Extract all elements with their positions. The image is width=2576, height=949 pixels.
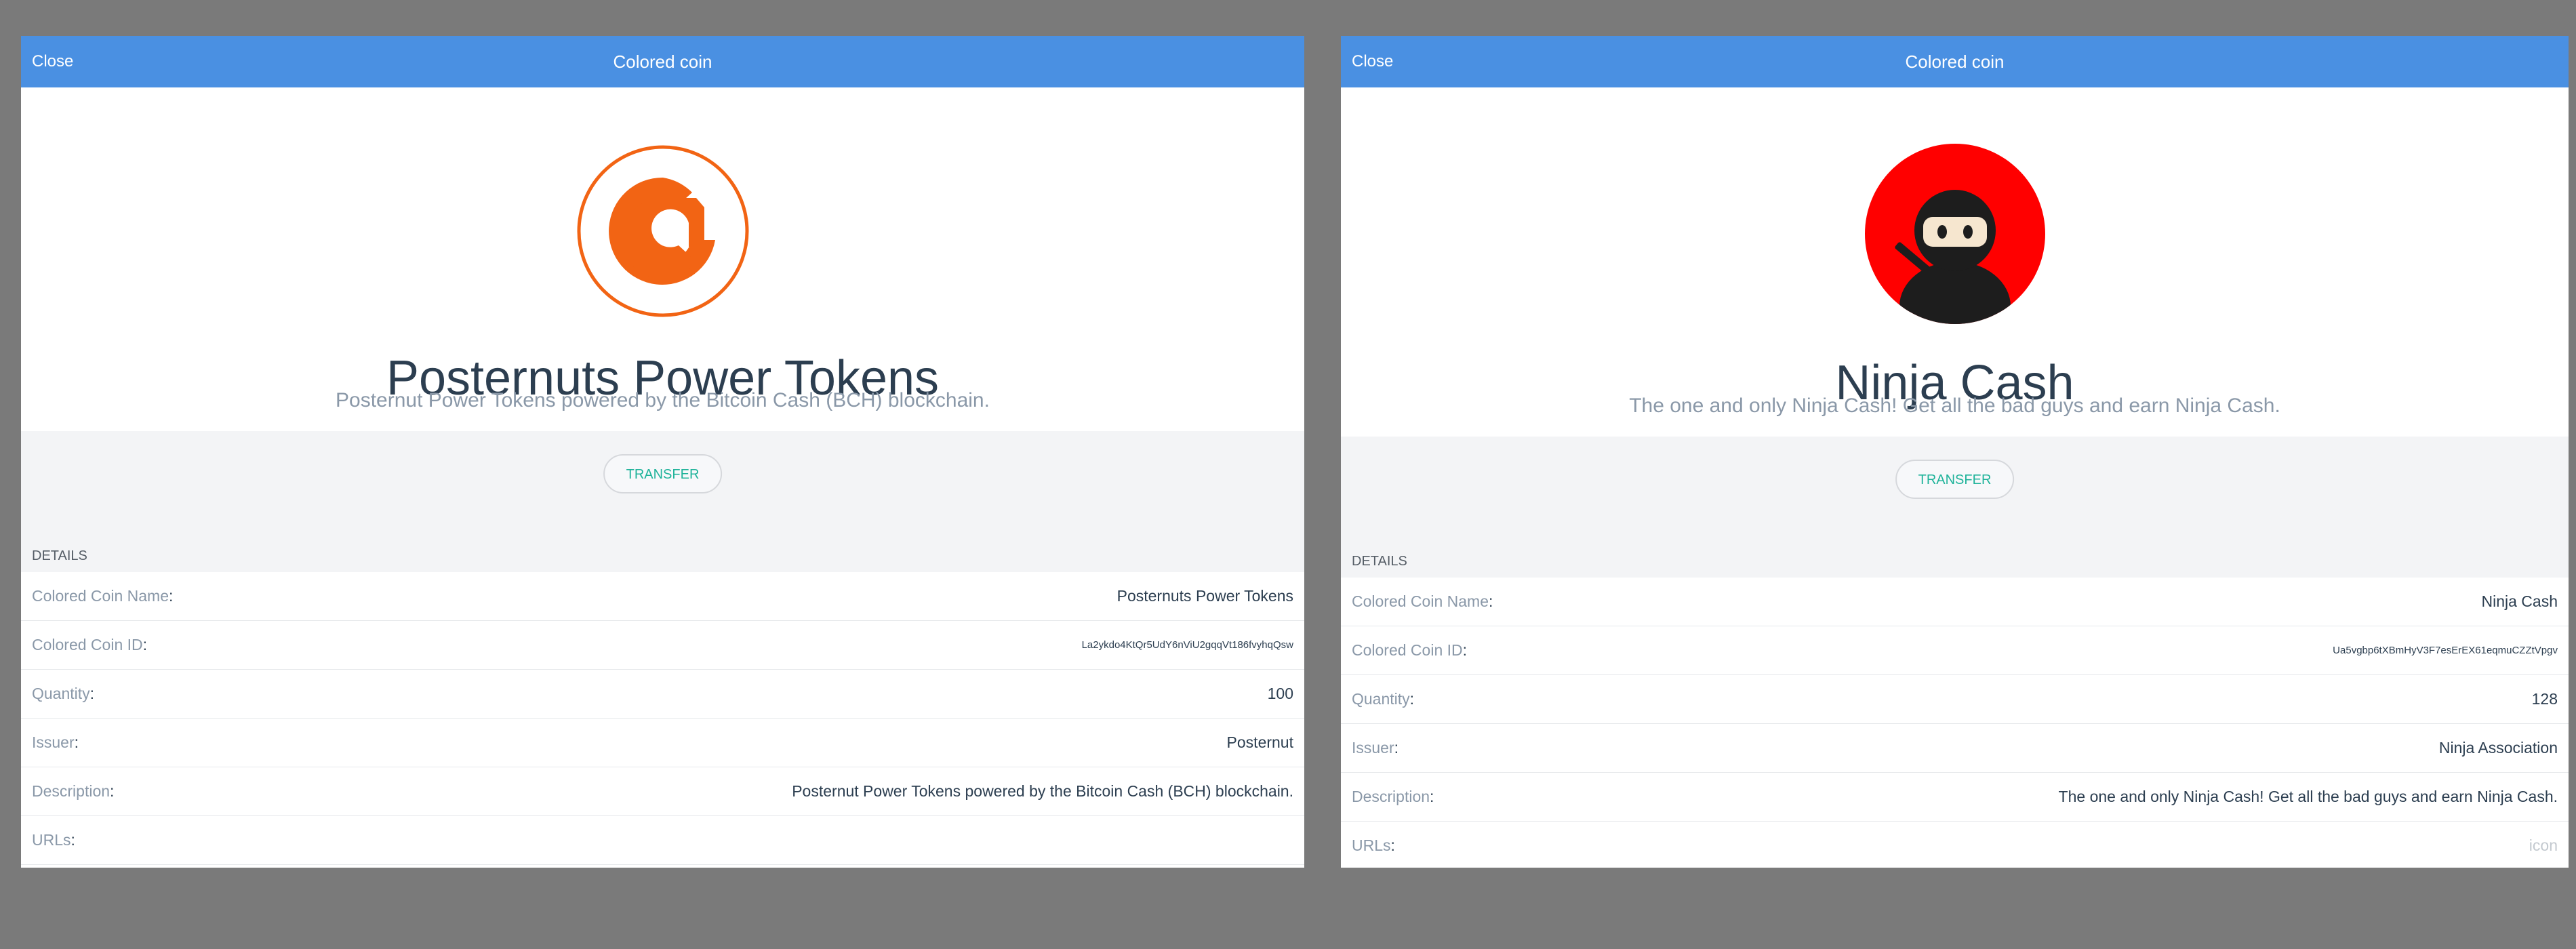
detail-value: The one and only Ninja Cash! Get all the…	[2058, 788, 2558, 805]
transfer-button[interactable]: TRANSFER	[1895, 460, 2015, 499]
action-band: Posternut Power Tokens powered by the Bi…	[21, 389, 1304, 572]
detail-row-id: Colored Coin ID: Ua5vgbp6tXBmHyV3F7esErE…	[1341, 626, 2569, 675]
detail-value: 128	[2531, 690, 2558, 708]
coin-modal-posternuts: Close Colored coin Posternuts Power Toke…	[21, 36, 1304, 868]
detail-row-name: Colored Coin Name: Ninja Cash	[1341, 578, 2569, 626]
detail-value: 100	[1267, 685, 1293, 702]
detail-label: Colored Coin ID	[1352, 641, 1463, 659]
detail-label: Description	[32, 782, 110, 800]
details-heading: DETAILS	[1352, 554, 1407, 569]
transfer-button[interactable]: TRANSFER	[603, 454, 723, 493]
coin-hero: Ninja Cash	[1341, 87, 2569, 437]
detail-value: Ninja Cash	[2481, 592, 2558, 610]
detail-value: Posternuts Power Tokens	[1116, 587, 1293, 605]
modal-header: Close Colored coin	[21, 36, 1304, 87]
detail-label: Colored Coin ID	[32, 636, 143, 653]
detail-value: Ua5vgbp6tXBmHyV3F7esErEX61eqmuCZZtVpgv	[2333, 645, 2558, 656]
coin-hero: Posternuts Power Tokens	[21, 87, 1304, 431]
details-heading: DETAILS	[32, 548, 87, 563]
detail-row-description: Description: The one and only Ninja Cash…	[1341, 773, 2569, 822]
detail-row-issuer: Issuer: Posternut	[21, 719, 1304, 767]
modal-header: Close Colored coin	[1341, 36, 2569, 87]
detail-label: Description	[1352, 788, 1430, 805]
detail-label: Colored Coin Name	[1352, 592, 1489, 610]
detail-label: Quantity	[32, 685, 90, 702]
detail-row-issuer: Issuer: Ninja Association	[1341, 724, 2569, 773]
posternuts-logo-icon	[577, 145, 749, 317]
detail-row-name: Colored Coin Name: Posternuts Power Toke…	[21, 572, 1304, 621]
detail-label: URLs	[32, 831, 71, 849]
details-table: Colored Coin Name: Posternuts Power Toke…	[21, 572, 1304, 865]
detail-label: Issuer	[32, 733, 75, 751]
coin-subtitle: Posternut Power Tokens powered by the Bi…	[336, 389, 990, 411]
action-band: The one and only Ninja Cash! Get all the…	[1341, 395, 2569, 578]
detail-row-quantity: Quantity: 128	[1341, 675, 2569, 724]
ninja-logo-icon	[1864, 144, 2045, 324]
detail-value: Posternut Power Tokens powered by the Bi…	[792, 782, 1293, 800]
coin-subtitle: The one and only Ninja Cash! Get all the…	[1629, 395, 2280, 417]
detail-label: Colored Coin Name	[32, 587, 169, 605]
coin-modal-ninja: Close Colored coin Ninja Cash The one an…	[1341, 36, 2569, 868]
detail-row-id: Colored Coin ID: La2ykdo4KtQr5UdY6nViU2g…	[21, 621, 1304, 670]
detail-label: URLs	[1352, 836, 1391, 854]
detail-value[interactable]: icon	[2529, 822, 2558, 868]
detail-row-description: Description: Posternut Power Tokens powe…	[21, 767, 1304, 816]
detail-value: Ninja Association	[2438, 739, 2558, 756]
detail-label: Issuer	[1352, 739, 1394, 756]
detail-row-quantity: Quantity: 100	[21, 670, 1304, 719]
detail-row-urls: URLs:	[21, 816, 1304, 865]
detail-value: Posternut	[1226, 733, 1293, 751]
detail-row-urls: URLs: icon	[1341, 822, 2569, 868]
modal-title: Colored coin	[1905, 52, 2005, 72]
details-table: Colored Coin Name: Ninja Cash Colored Co…	[1341, 578, 2569, 868]
modal-title: Colored coin	[613, 52, 712, 72]
detail-label: Quantity	[1352, 690, 1410, 708]
detail-value: La2ykdo4KtQr5UdY6nViU2gqqVt186fvyhqQsw	[1081, 639, 1293, 651]
